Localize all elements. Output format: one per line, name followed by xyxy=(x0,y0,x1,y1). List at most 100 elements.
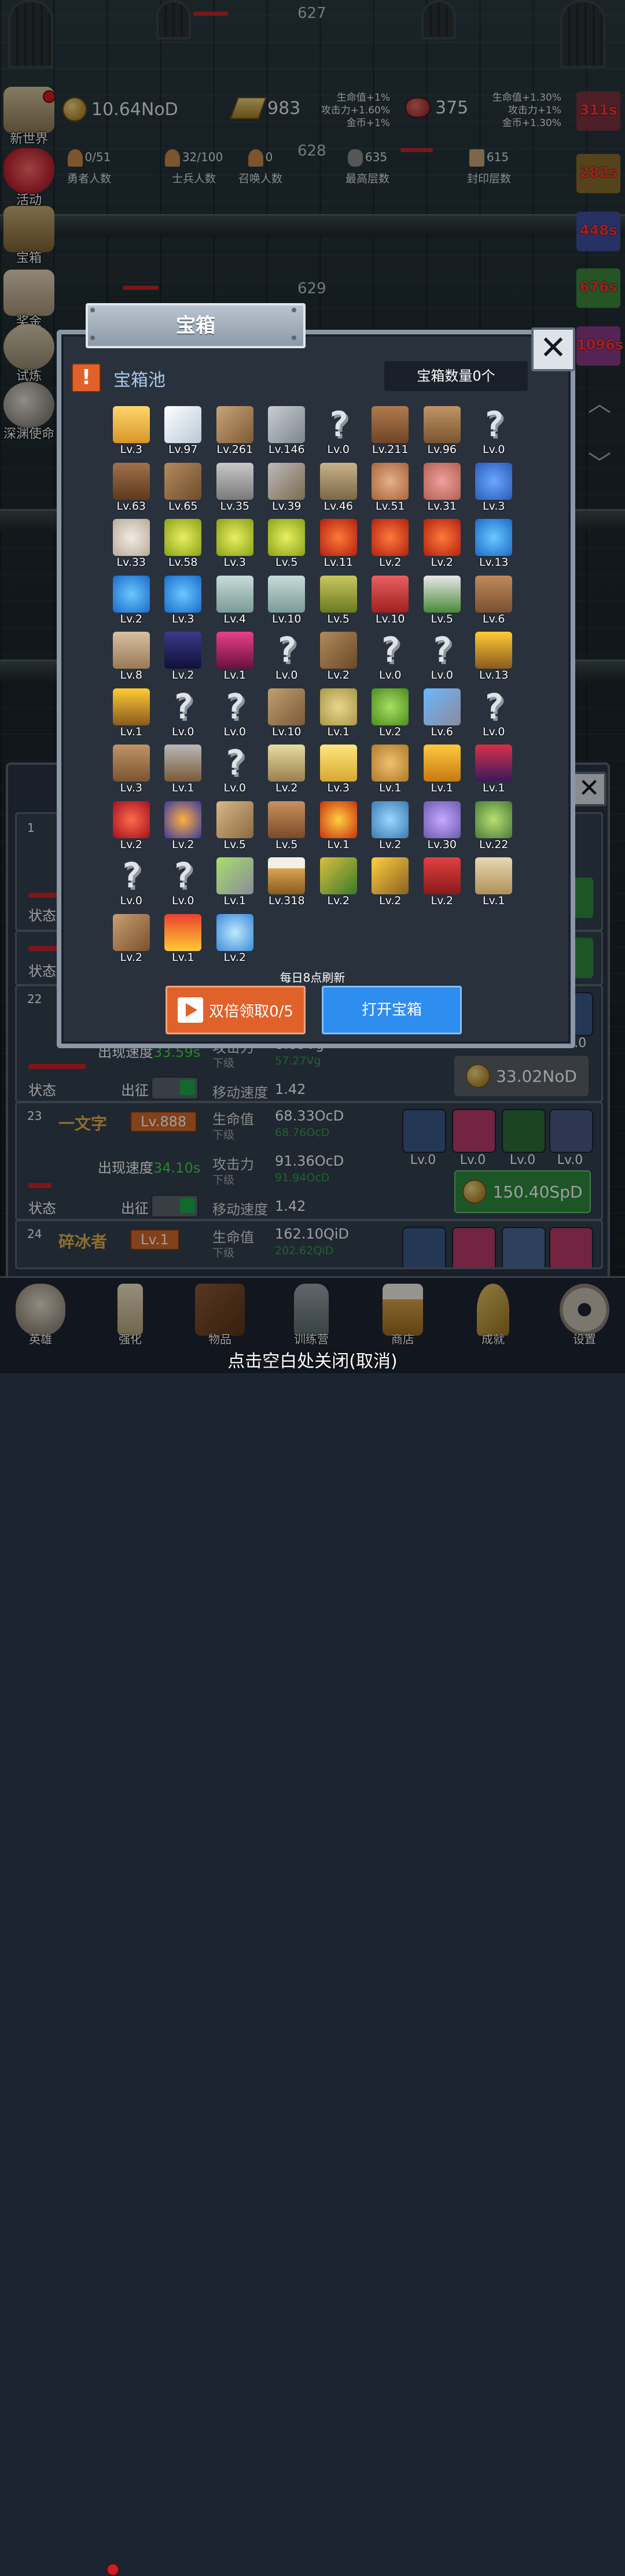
red-orb-icon xyxy=(112,801,150,838)
chest-item-red-card[interactable]: Lv.1 xyxy=(157,911,209,967)
item-level: Lv.0 xyxy=(120,894,142,907)
chest-item-unknown[interactable]: ? Lv.0 xyxy=(105,854,157,911)
red-book-icon xyxy=(423,857,461,894)
chest-item-unknown[interactable]: ? Lv.0 xyxy=(157,685,209,742)
item-level: Lv.10 xyxy=(271,612,302,625)
arcane-rune-icon xyxy=(423,801,461,838)
chest-item-unknown[interactable]: ? Lv.0 xyxy=(261,628,313,685)
item-level: Lv.1 xyxy=(483,782,505,794)
chest-item-pie[interactable]: Lv.1 xyxy=(365,741,417,798)
chest-item-pickaxe[interactable]: Lv.2 xyxy=(365,854,417,911)
torch-icon xyxy=(475,632,513,669)
chest-item-unknown[interactable]: ? Lv.0 xyxy=(209,685,261,742)
chest-item-torch[interactable]: Lv.13 xyxy=(468,628,520,685)
chest-item-diamond[interactable]: Lv.97 xyxy=(157,403,209,459)
potion-blue-icon xyxy=(475,519,513,556)
chest-item-potion-blue[interactable]: Lv.3 xyxy=(157,572,209,629)
chest-item-arcane-rune[interactable]: Lv.30 xyxy=(416,798,468,854)
chest-item-unknown[interactable]: ? Lv.0 xyxy=(365,628,417,685)
chest-item-wand[interactable]: Lv.6 xyxy=(416,685,468,742)
chest-item-torch[interactable]: Lv.1 xyxy=(105,685,157,742)
chest-item-leather-armor[interactable]: Lv.211 xyxy=(365,403,417,459)
boot-blue-icon xyxy=(164,632,202,669)
chest-item-crown[interactable]: Lv.3 xyxy=(105,403,157,459)
shoe-icon xyxy=(112,632,150,669)
chest-item-cheese[interactable]: Lv.3 xyxy=(312,741,365,798)
chest-item-cabbage[interactable]: Lv.2 xyxy=(365,685,417,742)
scroll-icon xyxy=(475,857,513,894)
chest-item-eye-orb[interactable]: Lv.2 xyxy=(157,798,209,854)
chest-item-dark-crystal[interactable]: Lv.1 xyxy=(468,741,520,798)
chest-item-quiver[interactable]: Lv.5 xyxy=(261,798,313,854)
chest-item-broom[interactable]: Lv.2 xyxy=(261,741,313,798)
potion-red-icon xyxy=(372,519,409,556)
chest-item-great-helm[interactable]: Lv.46 xyxy=(312,459,365,516)
chest-item-beer[interactable]: Lv.318 xyxy=(261,854,313,911)
chest-item-crook[interactable]: Lv.10 xyxy=(261,685,313,742)
chest-item-bread[interactable]: Lv.1 xyxy=(312,685,365,742)
chest-item-wood-sword[interactable]: Lv.261 xyxy=(209,403,261,459)
chest-item-flour[interactable]: Lv.33 xyxy=(105,515,157,572)
chest-item-bow[interactable]: Lv.5 xyxy=(209,798,261,854)
chest-item-unknown[interactable]: ? Lv.0 xyxy=(209,741,261,798)
bottle-red-icon xyxy=(372,575,409,613)
modal-close-button[interactable]: ✕ xyxy=(531,327,575,371)
chest-item-steak[interactable]: Lv.31 xyxy=(416,459,468,516)
chest-item-potion-blue[interactable]: Lv.2 xyxy=(105,572,157,629)
chest-item-potion-blue[interactable]: Lv.13 xyxy=(468,515,520,572)
item-level: Lv.2 xyxy=(120,950,142,964)
chest-item-backpack[interactable]: Lv.96 xyxy=(416,403,468,459)
chest-item-unknown[interactable]: ? Lv.0 xyxy=(157,854,209,911)
potion-blue-icon xyxy=(164,575,202,613)
chest-item-boot-blue[interactable]: Lv.2 xyxy=(157,628,209,685)
refresh-note: 每日8点刷新 xyxy=(280,971,345,985)
chest-item-ice-rune[interactable]: Lv.2 xyxy=(365,798,417,854)
chest-item-staff[interactable]: Lv.2 xyxy=(312,628,365,685)
chest-item-ham[interactable]: Lv.51 xyxy=(365,459,417,516)
chest-item-red-orb[interactable]: Lv.2 xyxy=(105,798,157,854)
chest-item-shoe[interactable]: Lv.8 xyxy=(105,628,157,685)
chest-item-pouch[interactable]: Lv.3 xyxy=(468,459,520,516)
chest-item-dagger[interactable]: Lv.65 xyxy=(157,459,209,516)
chest-item-leather-helm[interactable]: Lv.63 xyxy=(105,459,157,516)
chest-item-potion-red[interactable]: Lv.2 xyxy=(365,515,417,572)
chest-item-red-book[interactable]: Lv.2 xyxy=(416,854,468,911)
chest-item-unknown[interactable]: ? Lv.0 xyxy=(468,685,520,742)
chest-item-scroll[interactable]: Lv.1 xyxy=(468,854,520,911)
chest-item-unknown[interactable]: ? Lv.0 xyxy=(468,403,520,459)
chest-item-unknown[interactable]: ? Lv.0 xyxy=(416,628,468,685)
chest-item-potion-red[interactable]: Lv.2 xyxy=(416,515,468,572)
chest-item-potion-yellow[interactable]: Lv.3 xyxy=(209,515,261,572)
open-chest-button[interactable]: 打开宝箱 xyxy=(322,986,462,1034)
chest-item-scepter[interactable]: Lv.1 xyxy=(209,854,261,911)
chest-item-winged-boot[interactable]: Lv.5 xyxy=(416,572,468,629)
item-level: Lv.96 xyxy=(427,443,457,456)
chest-item-potion-red[interactable]: Lv.11 xyxy=(312,515,365,572)
chest-item-iron-sword[interactable]: Lv.146 xyxy=(261,403,313,459)
chest-item-shovel[interactable]: Lv.1 xyxy=(157,741,209,798)
chest-item-hammer[interactable]: Lv.39 xyxy=(261,459,313,516)
chest-item-bottle-green[interactable]: Lv.5 xyxy=(312,572,365,629)
chest-item-unknown[interactable]: ? Lv.0 xyxy=(312,403,365,459)
chest-item-vine[interactable]: Lv.2 xyxy=(312,854,365,911)
chest-item-honey-jar[interactable]: Lv.1 xyxy=(416,741,468,798)
chest-item-fire-rune[interactable]: Lv.1 xyxy=(312,798,365,854)
chest-item-bottle-red[interactable]: Lv.10 xyxy=(365,572,417,629)
chest-item-nature-rune[interactable]: Lv.22 xyxy=(468,798,520,854)
chest-item-vial[interactable]: Lv.4 xyxy=(209,572,261,629)
scepter-icon xyxy=(216,857,253,894)
item-level: Lv.39 xyxy=(271,499,302,513)
chest-item-backpack[interactable]: Lv.3 xyxy=(105,741,157,798)
chest-item-whip[interactable]: Lv.2 xyxy=(105,911,157,967)
item-level: Lv.2 xyxy=(379,556,402,569)
item-level: Lv.2 xyxy=(172,669,194,681)
unknown-icon: ? xyxy=(172,686,194,727)
chest-item-potion-yellow[interactable]: Lv.58 xyxy=(157,515,209,572)
chest-item-potion-yellow[interactable]: Lv.5 xyxy=(261,515,313,572)
chest-item-boot[interactable]: Lv.6 xyxy=(468,572,520,629)
chest-item-crystal-ball[interactable]: Lv.2 xyxy=(209,911,261,967)
double-claim-button[interactable]: 双倍领取0/5 xyxy=(166,986,306,1034)
chest-item-knight-helm[interactable]: Lv.35 xyxy=(209,459,261,516)
chest-item-vial[interactable]: Lv.10 xyxy=(261,572,313,629)
chest-item-boot-pink[interactable]: Lv.1 xyxy=(209,628,261,685)
